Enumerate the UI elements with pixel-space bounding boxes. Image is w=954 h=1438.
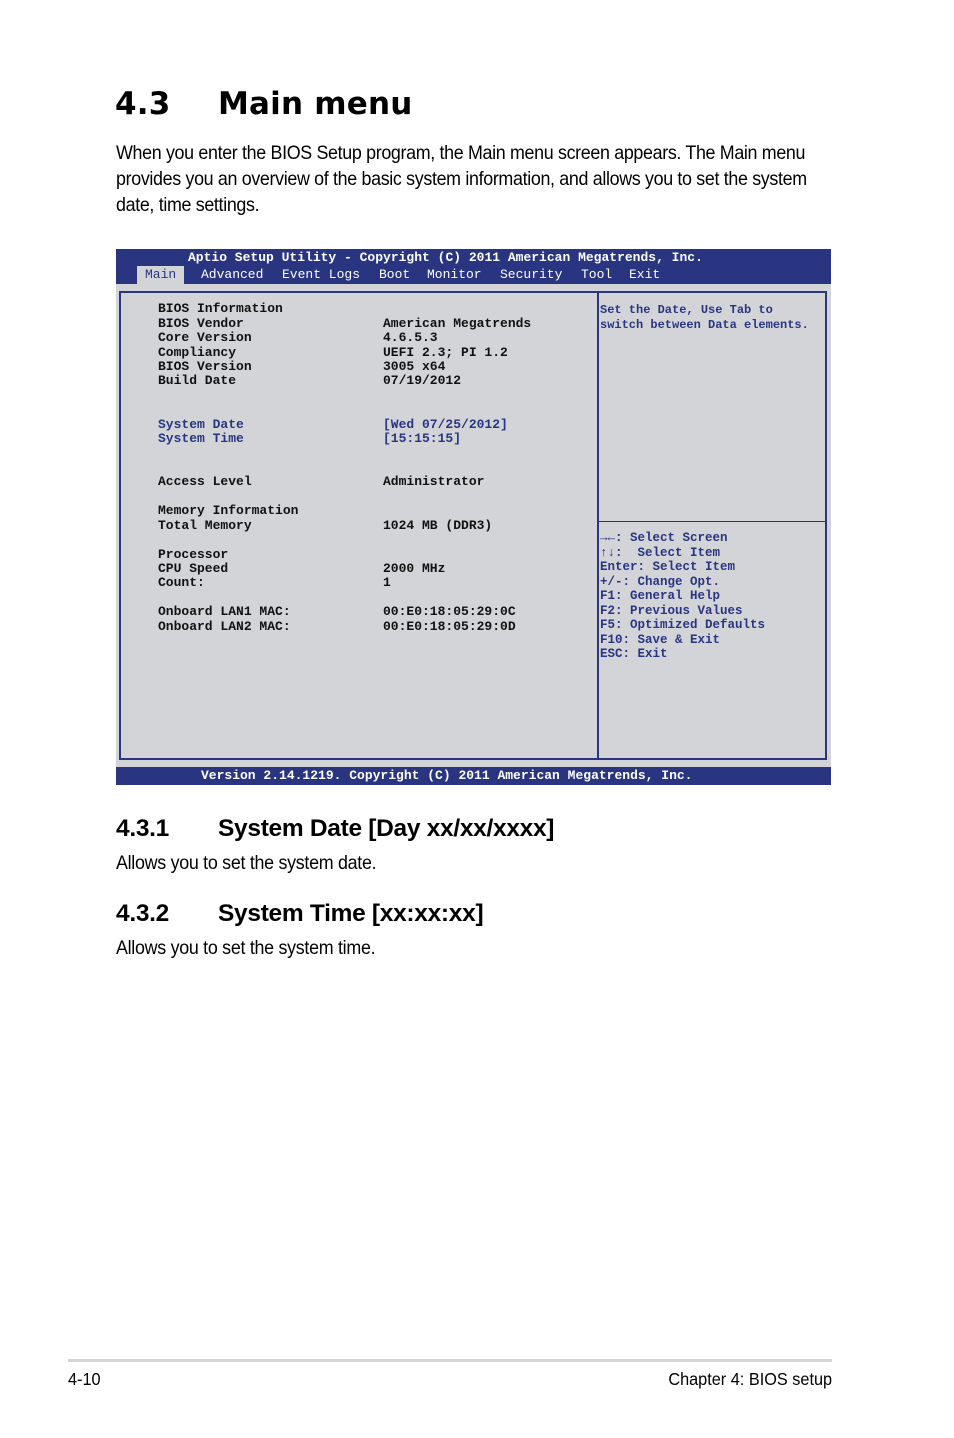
tab-boot[interactable]: Boot bbox=[379, 266, 410, 284]
section-heading: 4.3 Main menu bbox=[115, 86, 413, 122]
bios-title-bar: Aptio Setup Utility - Copyright (C) 2011… bbox=[116, 249, 831, 266]
key-f2: F2: Previous Values bbox=[600, 603, 743, 618]
subsection-heading: 4.3.2 System Time [xx:xx:xx] bbox=[116, 900, 484, 928]
tab-tool[interactable]: Tool bbox=[581, 266, 612, 284]
key-select-item: ↑↓: Select Item bbox=[600, 545, 721, 560]
tab-exit[interactable]: Exit bbox=[629, 266, 660, 284]
row-value: 00:E0:18:05:29:0D bbox=[383, 619, 516, 634]
row-value: 00:E0:18:05:29:0C bbox=[383, 604, 516, 619]
row-value: Administrator bbox=[383, 474, 485, 489]
row-value: 1024 MB (DDR3) bbox=[383, 518, 493, 533]
row-label: Onboard LAN1 MAC: bbox=[158, 604, 291, 619]
tab-event-logs[interactable]: Event Logs bbox=[282, 266, 360, 284]
key-enter: Enter: Select Item bbox=[600, 560, 736, 574]
key-f10: F10: Save & Exit bbox=[600, 632, 721, 647]
subsection-number: 4.3.1 bbox=[116, 815, 169, 842]
row-label: BIOS Information bbox=[158, 301, 283, 316]
row-label: Onboard LAN2 MAC: bbox=[158, 619, 291, 634]
bios-help-panel: Set the Date, Use Tab to switch between … bbox=[597, 291, 827, 760]
row-label: Access Level bbox=[158, 474, 252, 489]
row-value: 4.6.5.3 bbox=[383, 330, 438, 345]
row-label: Memory Information bbox=[158, 503, 299, 518]
tab-monitor[interactable]: Monitor bbox=[427, 266, 482, 284]
help-text: Set the Date, Use Tab to switch between … bbox=[600, 303, 809, 332]
subsection-title: System Time [xx:xx:xx] bbox=[218, 900, 484, 927]
subsection-heading: 4.3.1 System Date [Day xx/xx/xxxx] bbox=[116, 815, 554, 843]
key-f1: F1: General Help bbox=[600, 589, 721, 603]
key-legend: →←: Select Screen ↑↓: Select Item Enter:… bbox=[600, 531, 765, 662]
tab-advanced[interactable]: Advanced bbox=[201, 266, 263, 284]
key-select-screen: →←: Select Screen bbox=[600, 531, 728, 545]
bios-title: Aptio Setup Utility - Copyright (C) 2011… bbox=[188, 250, 703, 265]
row-value: 1 bbox=[383, 575, 391, 590]
bios-version: Version 2.14.1219. Copyright (C) 2011 Am… bbox=[201, 768, 693, 783]
page-number: 4-10 bbox=[68, 1369, 101, 1389]
bios-footer-bar: Version 2.14.1219. Copyright (C) 2011 Am… bbox=[116, 767, 831, 785]
row-label: Core Version bbox=[158, 330, 252, 345]
footer-rule bbox=[68, 1359, 832, 1362]
tab-main[interactable]: Main bbox=[137, 266, 185, 284]
row-value: 07/19/2012 bbox=[383, 373, 462, 388]
row-label: Total Memory bbox=[158, 518, 252, 533]
tab-security[interactable]: Security bbox=[500, 266, 562, 284]
system-time-field[interactable]: [15:15:15] bbox=[383, 431, 461, 447]
bios-menu-bar: Main Advanced Event Logs Boot Monitor Se… bbox=[116, 266, 831, 284]
bios-info-panel: BIOS Information BIOS Vendor American Me… bbox=[119, 291, 599, 760]
row-label: Build Date bbox=[158, 373, 237, 388]
key-esc: ESC: Exit bbox=[600, 647, 668, 661]
key-change-opt: +/-: Change Opt. bbox=[600, 574, 721, 589]
key-f5: F5: Optimized Defaults bbox=[600, 618, 766, 632]
system-time-label[interactable]: System Time bbox=[158, 431, 244, 447]
subsection-number: 4.3.2 bbox=[116, 900, 169, 927]
subsection-text: Allows you to set the system date. bbox=[116, 853, 377, 874]
section-number: 4.3 bbox=[115, 86, 171, 122]
row-value: 2000 MHz bbox=[383, 561, 446, 576]
chapter-title: Chapter 4: BIOS setup bbox=[668, 1369, 832, 1389]
section-title: Main menu bbox=[218, 86, 413, 122]
help-divider bbox=[597, 521, 825, 522]
row-label: Count: bbox=[158, 575, 205, 590]
subsection-title: System Date [Day xx/xx/xxxx] bbox=[218, 815, 555, 842]
intro-paragraph: When you enter the BIOS Setup program, t… bbox=[116, 143, 807, 216]
bios-screenshot: Aptio Setup Utility - Copyright (C) 2011… bbox=[116, 249, 831, 785]
subsection-text: Allows you to set the system time. bbox=[116, 938, 376, 959]
